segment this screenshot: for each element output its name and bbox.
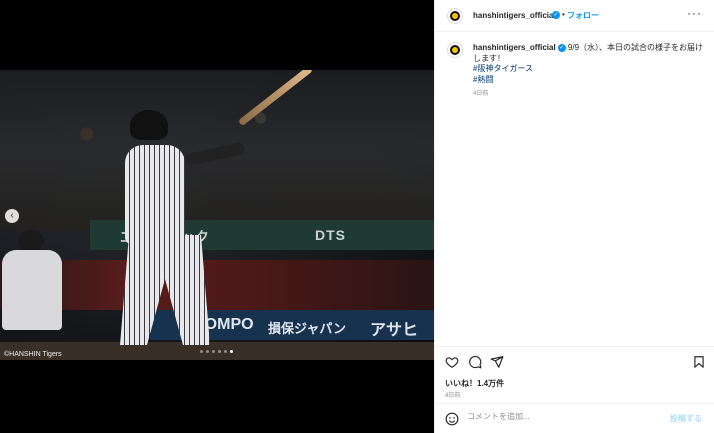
carousel-dot[interactable] <box>200 350 203 353</box>
action-bar: いいね！1.4万件 4日前 投稿する <box>435 346 714 433</box>
carousel-dot[interactable] <box>218 350 221 353</box>
banner-text-asahi: アサヒ <box>370 322 419 339</box>
share-icon[interactable] <box>490 355 504 369</box>
heart-icon[interactable] <box>445 355 459 369</box>
header-username[interactable]: hanshintigers_official <box>473 11 556 20</box>
verified-badge-icon: ✓ <box>557 43 566 52</box>
post-timestamp[interactable]: 4日前 <box>445 390 460 399</box>
emoji-icon[interactable] <box>445 412 459 426</box>
caption-text: hanshintigers_official ✓ 9/9（水）、本日の試合の様子を… <box>473 43 705 85</box>
media-panel: エイジェック DTS SOMPO 損保ジャパン アサヒ ‹ ©HANSHIN T… <box>0 0 434 433</box>
comment-icon[interactable] <box>468 355 482 369</box>
hashtag-link[interactable]: #阪神タイガース <box>473 64 705 75</box>
caption-timestamp[interactable]: 4日前 <box>473 88 488 97</box>
like-count[interactable]: いいね！1.4万件 <box>445 378 504 389</box>
comment-bar: 投稿する <box>435 403 714 433</box>
more-options-icon[interactable]: ··· <box>687 6 702 20</box>
verified-badge-icon: ✓ <box>552 11 560 19</box>
hashtag-link[interactable]: #熱闘 <box>473 75 705 86</box>
carousel-dot[interactable] <box>230 350 233 353</box>
carousel-dot[interactable] <box>206 350 209 353</box>
batter-torso <box>125 145 185 245</box>
header-separator: • <box>562 10 565 19</box>
follow-button[interactable]: フォロー <box>567 10 599 21</box>
caption-avatar[interactable] <box>447 42 463 58</box>
tigers-logo-icon <box>450 45 460 55</box>
caption-username[interactable]: hanshintigers_official <box>473 43 556 52</box>
carousel-prev-button[interactable]: ‹ <box>5 209 19 223</box>
background-player <box>2 250 62 330</box>
background-player-cap <box>18 230 44 252</box>
photo-credit: ©HANSHIN Tigers <box>4 351 62 358</box>
avatar[interactable] <box>447 8 463 24</box>
dugout-players <box>0 260 434 310</box>
post-header: hanshintigers_official ✓ • フォロー ··· <box>435 0 714 32</box>
tigers-logo-icon <box>450 11 460 21</box>
carousel-dot[interactable] <box>224 350 227 353</box>
banner-text-dts: DTS <box>315 227 346 243</box>
post-side-panel: hanshintigers_official ✓ • フォロー ··· hans… <box>434 0 714 433</box>
post-photo[interactable]: エイジェック DTS SOMPO 損保ジャパン アサヒ <box>0 70 434 360</box>
carousel-dots <box>200 350 233 353</box>
comment-input[interactable] <box>467 412 657 421</box>
chevron-left-icon: ‹ <box>10 210 14 221</box>
banner-text-sompo-japan: 損保ジャパン <box>268 321 347 336</box>
batter-helmet <box>130 110 168 140</box>
post-comment-button[interactable]: 投稿する <box>670 413 702 424</box>
instagram-post-viewer: エイジェック DTS SOMPO 損保ジャパン アサヒ ‹ ©HANSHIN T… <box>0 0 714 433</box>
carousel-dot[interactable] <box>212 350 215 353</box>
bookmark-icon[interactable] <box>692 355 706 369</box>
